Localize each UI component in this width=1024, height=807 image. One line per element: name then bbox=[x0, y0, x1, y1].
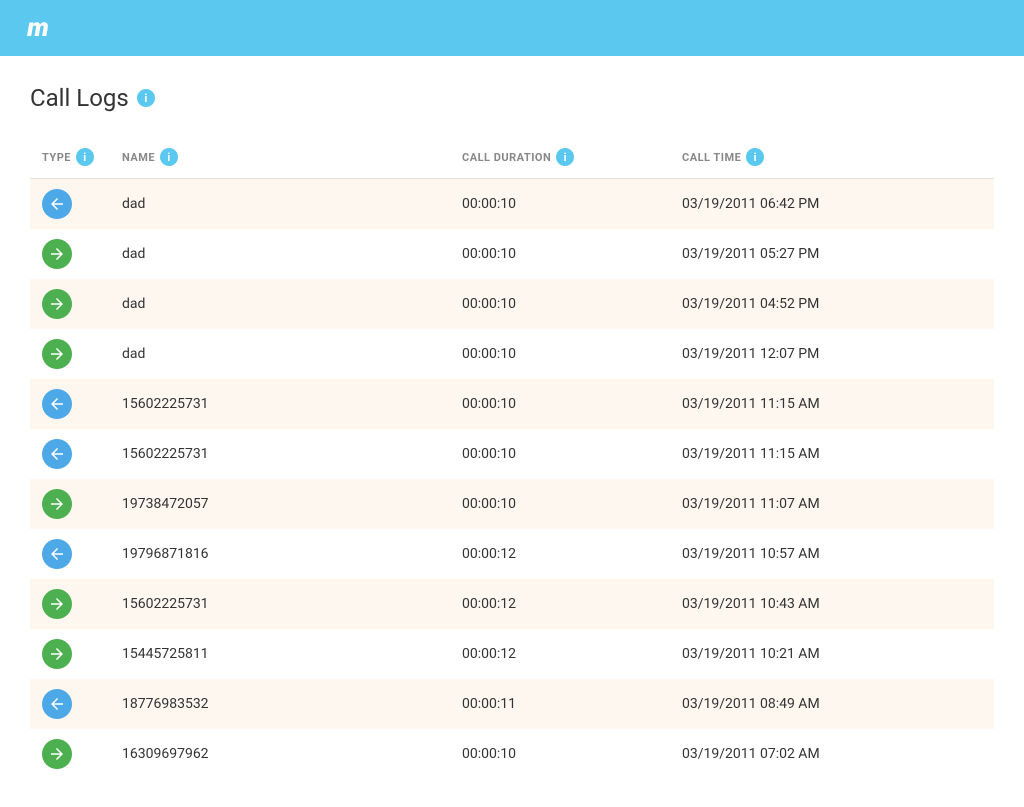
incoming-call-icon bbox=[42, 439, 72, 469]
cell-name: 18776983532 bbox=[110, 679, 450, 729]
col-header-duration: CALL DURATION i bbox=[450, 140, 670, 179]
table-row: 1630969796200:00:1003/19/2011 07:02 AM bbox=[30, 729, 994, 779]
cell-type bbox=[30, 279, 110, 329]
cell-type bbox=[30, 179, 110, 230]
main-content: Call Logs i TYPE i NAME i bbox=[0, 56, 1024, 807]
cell-name: 19796871816 bbox=[110, 529, 450, 579]
cell-time: 03/19/2011 05:27 PM bbox=[670, 229, 994, 279]
cell-time: 03/19/2011 11:15 AM bbox=[670, 379, 994, 429]
incoming-call-icon bbox=[42, 189, 72, 219]
cell-name: dad bbox=[110, 179, 450, 230]
table-row: dad00:00:1003/19/2011 04:52 PM bbox=[30, 279, 994, 329]
cell-type bbox=[30, 629, 110, 679]
outgoing-call-icon bbox=[42, 339, 72, 369]
cell-time: 03/19/2011 11:07 AM bbox=[670, 479, 994, 529]
cell-name: dad bbox=[110, 329, 450, 379]
outgoing-call-icon bbox=[42, 239, 72, 269]
table-row: 1560222573100:00:1203/19/2011 10:43 AM bbox=[30, 579, 994, 629]
cell-type bbox=[30, 379, 110, 429]
cell-time: 03/19/2011 08:49 AM bbox=[670, 679, 994, 729]
cell-type bbox=[30, 479, 110, 529]
cell-name: 15602225731 bbox=[110, 579, 450, 629]
cell-duration: 00:00:11 bbox=[450, 679, 670, 729]
cell-duration: 00:00:10 bbox=[450, 729, 670, 779]
cell-name: dad bbox=[110, 279, 450, 329]
incoming-call-icon bbox=[42, 689, 72, 719]
cell-type bbox=[30, 679, 110, 729]
outgoing-call-icon bbox=[42, 739, 72, 769]
outgoing-call-icon bbox=[42, 289, 72, 319]
cell-duration: 00:00:10 bbox=[450, 179, 670, 230]
table-row: dad00:00:1003/19/2011 12:07 PM bbox=[30, 329, 994, 379]
incoming-call-icon bbox=[42, 389, 72, 419]
col-header-time: CALL TIME i bbox=[670, 140, 994, 179]
app-header: m bbox=[0, 0, 1024, 56]
incoming-call-icon bbox=[42, 539, 72, 569]
cell-time: 03/19/2011 10:57 AM bbox=[670, 529, 994, 579]
table-row: 1560222573100:00:1003/19/2011 11:15 AM bbox=[30, 429, 994, 479]
cell-duration: 00:00:12 bbox=[450, 629, 670, 679]
cell-name: 19738472057 bbox=[110, 479, 450, 529]
cell-time: 03/19/2011 10:21 AM bbox=[670, 629, 994, 679]
page-title-row: Call Logs i bbox=[30, 84, 994, 112]
cell-time: 03/19/2011 10:43 AM bbox=[670, 579, 994, 629]
cell-duration: 00:00:12 bbox=[450, 529, 670, 579]
cell-duration: 00:00:10 bbox=[450, 329, 670, 379]
cell-type bbox=[30, 729, 110, 779]
outgoing-call-icon bbox=[42, 639, 72, 669]
outgoing-call-icon bbox=[42, 589, 72, 619]
table-row: 1979687181600:00:1203/19/2011 10:57 AM bbox=[30, 529, 994, 579]
type-col-info-icon[interactable]: i bbox=[76, 148, 94, 166]
cell-duration: 00:00:10 bbox=[450, 379, 670, 429]
outgoing-call-icon bbox=[42, 489, 72, 519]
cell-time: 03/19/2011 06:42 PM bbox=[670, 179, 994, 230]
time-col-info-icon[interactable]: i bbox=[746, 148, 764, 166]
cell-duration: 00:00:10 bbox=[450, 479, 670, 529]
name-col-info-icon[interactable]: i bbox=[160, 148, 178, 166]
cell-duration: 00:00:12 bbox=[450, 579, 670, 629]
duration-col-info-icon[interactable]: i bbox=[556, 148, 574, 166]
cell-time: 03/19/2011 04:52 PM bbox=[670, 279, 994, 329]
cell-time: 03/19/2011 12:07 PM bbox=[670, 329, 994, 379]
cell-time: 03/19/2011 11:15 AM bbox=[670, 429, 994, 479]
cell-time: 03/19/2011 07:02 AM bbox=[670, 729, 994, 779]
cell-type bbox=[30, 529, 110, 579]
page-title-info-icon[interactable]: i bbox=[137, 89, 155, 107]
table-row: 1877698353200:00:1103/19/2011 08:49 AM bbox=[30, 679, 994, 729]
cell-type bbox=[30, 429, 110, 479]
table-header: TYPE i NAME i CALL DURATION i bbox=[30, 140, 994, 179]
table-row: dad00:00:1003/19/2011 05:27 PM bbox=[30, 229, 994, 279]
cell-name: dad bbox=[110, 229, 450, 279]
col-header-type: TYPE i bbox=[30, 140, 110, 179]
table-header-row: TYPE i NAME i CALL DURATION i bbox=[30, 140, 994, 179]
cell-name: 15602225731 bbox=[110, 379, 450, 429]
table-body: dad00:00:1003/19/2011 06:42 PM dad00:00:… bbox=[30, 179, 994, 780]
cell-duration: 00:00:10 bbox=[450, 279, 670, 329]
cell-duration: 00:00:10 bbox=[450, 429, 670, 479]
cell-duration: 00:00:10 bbox=[450, 229, 670, 279]
app-logo: m bbox=[20, 10, 56, 46]
cell-name: 15445725811 bbox=[110, 629, 450, 679]
table-row: 1544572581100:00:1203/19/2011 10:21 AM bbox=[30, 629, 994, 679]
table-row: 1560222573100:00:1003/19/2011 11:15 AM bbox=[30, 379, 994, 429]
cell-name: 15602225731 bbox=[110, 429, 450, 479]
table-row: 1973847205700:00:1003/19/2011 11:07 AM bbox=[30, 479, 994, 529]
cell-type bbox=[30, 329, 110, 379]
table-row: dad00:00:1003/19/2011 06:42 PM bbox=[30, 179, 994, 230]
cell-name: 16309697962 bbox=[110, 729, 450, 779]
call-logs-table: TYPE i NAME i CALL DURATION i bbox=[30, 140, 994, 779]
cell-type bbox=[30, 229, 110, 279]
page-title: Call Logs bbox=[30, 84, 129, 112]
cell-type bbox=[30, 579, 110, 629]
col-header-name: NAME i bbox=[110, 140, 450, 179]
logo-text: m bbox=[27, 15, 49, 41]
